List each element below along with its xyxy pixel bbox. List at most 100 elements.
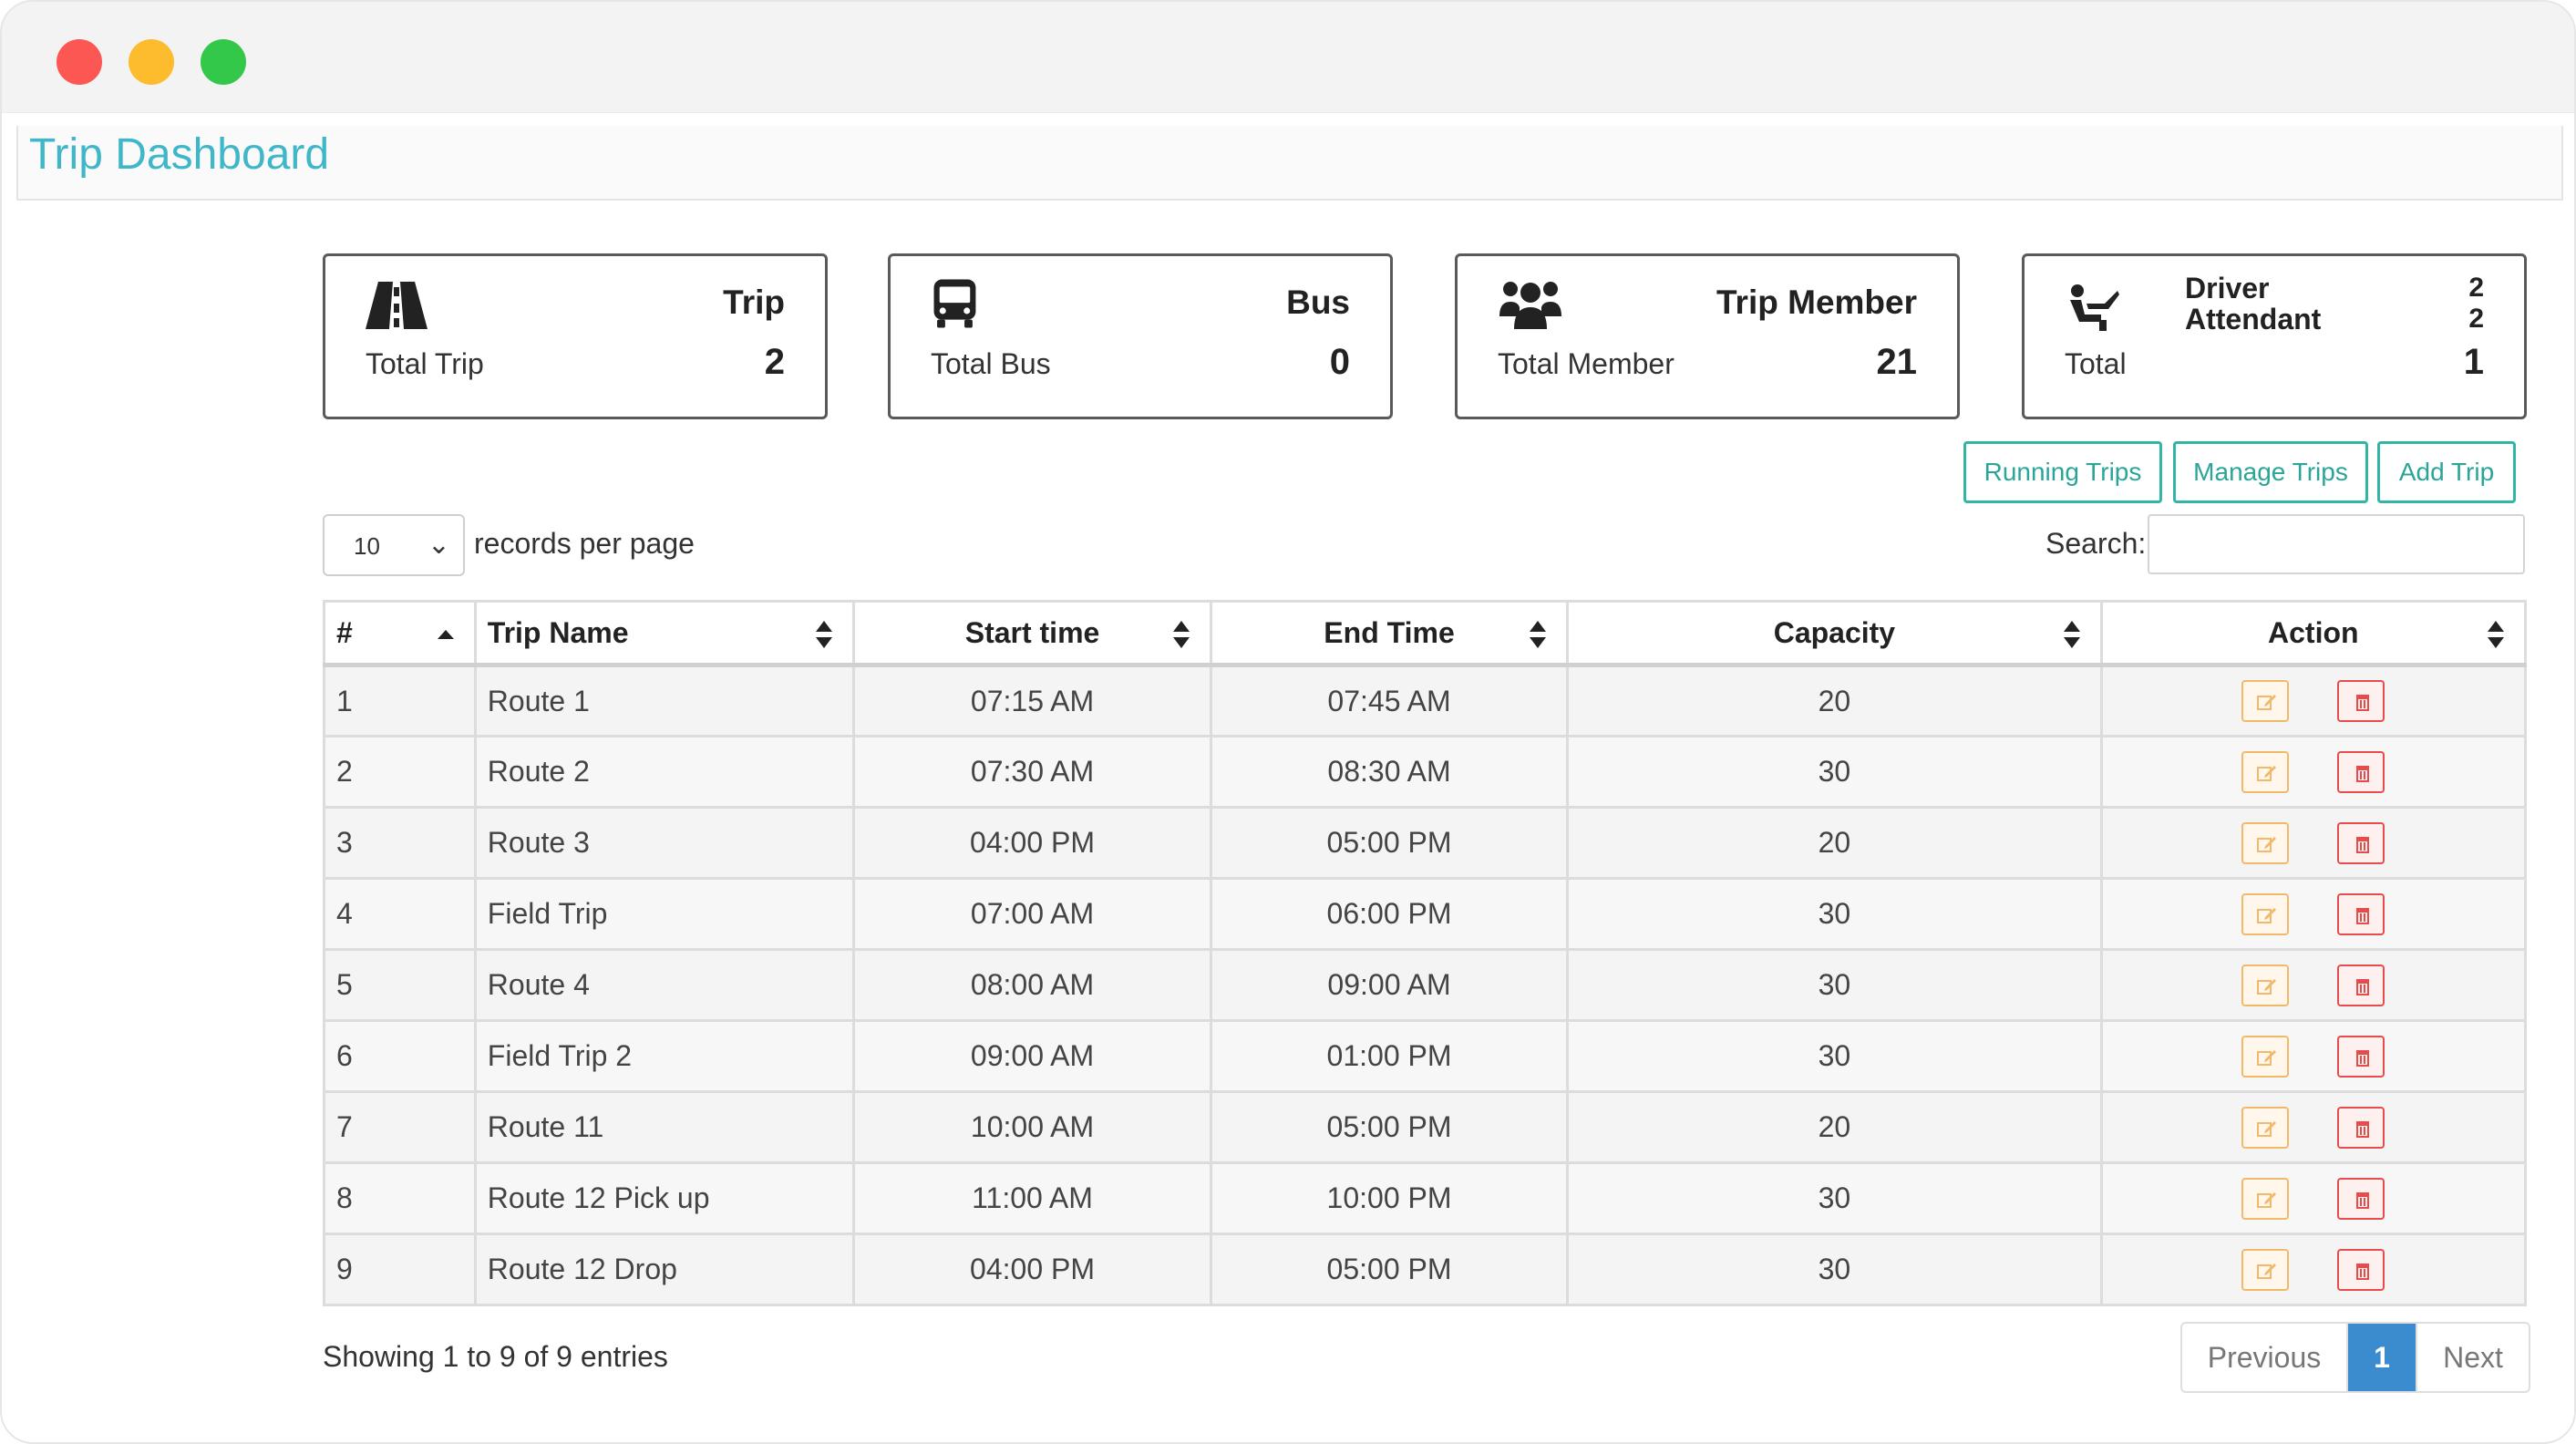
table-row: 2 Route 2 07:30 AM 08:30 AM 30 <box>323 735 2528 809</box>
role-value: 2 <box>2468 304 2484 334</box>
column-header-capacity[interactable]: Capacity <box>1566 600 2103 667</box>
trash-icon <box>2356 978 2370 995</box>
delete-button[interactable] <box>2337 1035 2385 1078</box>
trips-table: # Trip Name Start time End Time Capacity <box>323 600 2528 1306</box>
add-trip-button[interactable]: Add Trip <box>2377 441 2516 503</box>
maximize-window-button[interactable] <box>201 39 246 85</box>
delete-button[interactable] <box>2337 892 2385 935</box>
next-page-button[interactable]: Next <box>2416 1324 2529 1391</box>
records-per-page-select[interactable]: 10 ⌄ <box>323 514 465 576</box>
card-value: 2 <box>764 342 785 382</box>
cell-trip-name: Field Trip 2 <box>473 1019 856 1093</box>
bus-icon <box>933 279 976 328</box>
trash-icon <box>2356 1120 2370 1138</box>
cell-trip-name: Route 1 <box>473 664 856 737</box>
sort-icon <box>1172 621 1190 648</box>
cell-actions <box>2099 806 2528 880</box>
cell-actions <box>2099 1019 2528 1093</box>
card-label: Total Member <box>1498 347 1674 380</box>
edit-icon <box>2257 1120 2277 1137</box>
card-total-trip: Trip Total Trip 2 <box>323 253 828 419</box>
table-row: 6 Field Trip 2 09:00 AM 01:00 PM 30 <box>323 1019 2528 1093</box>
cell-capacity: 20 <box>1566 806 2103 880</box>
cell-end-time: 10:00 PM <box>1209 1161 1570 1235</box>
cell-end-time: 05:00 PM <box>1209 806 1570 880</box>
cell-end-time: 06:00 PM <box>1209 877 1570 951</box>
pagination: Previous 1 Next <box>2180 1322 2530 1393</box>
manage-trips-button[interactable]: Manage Trips <box>2173 441 2368 503</box>
table-row: 4 Field Trip 07:00 AM 06:00 PM 30 <box>323 877 2528 951</box>
card-value: 0 <box>1329 342 1350 382</box>
edit-button[interactable] <box>2241 750 2290 793</box>
search-input[interactable] <box>2148 514 2525 574</box>
table-row: 1 Route 1 07:15 AM 07:45 AM 20 <box>323 664 2528 737</box>
close-window-button[interactable] <box>57 39 102 85</box>
cell-number: 9 <box>323 1233 477 1306</box>
delete-button[interactable] <box>2337 750 2385 793</box>
page-header: Trip Dashboard <box>16 126 2563 201</box>
column-header-action[interactable]: Action <box>2099 600 2528 667</box>
delete-button[interactable] <box>2337 1106 2385 1149</box>
cell-trip-name: Route 2 <box>473 735 856 809</box>
edit-button[interactable] <box>2241 964 2290 1006</box>
cell-start-time: 07:15 AM <box>852 664 1212 737</box>
delete-button[interactable] <box>2337 821 2385 864</box>
card-title: Bus <box>1286 284 1350 321</box>
cell-start-time: 09:00 AM <box>852 1019 1212 1093</box>
cell-trip-name: Field Trip <box>473 877 856 951</box>
cell-number: 2 <box>323 735 477 809</box>
card-total-staff: Driver Attendant 2 2 Total 1 <box>2022 253 2527 419</box>
card-total-bus: Bus Total Bus 0 <box>888 253 1393 419</box>
card-label: Total Trip <box>366 347 484 380</box>
cell-actions <box>2099 877 2528 951</box>
cell-end-time: 09:00 AM <box>1209 948 1570 1022</box>
page-1-button[interactable]: 1 <box>2348 1324 2416 1391</box>
sort-icon <box>2488 621 2504 648</box>
card-role-values: 2 2 <box>2468 273 2484 335</box>
cell-capacity: 30 <box>1566 1161 2103 1235</box>
cell-actions <box>2099 1233 2528 1306</box>
column-header-end-time[interactable]: End Time <box>1209 600 1570 667</box>
cell-trip-name: Route 4 <box>473 948 856 1022</box>
edit-button[interactable] <box>2241 1106 2290 1149</box>
cell-end-time: 01:00 PM <box>1209 1019 1570 1093</box>
edit-button[interactable] <box>2241 680 2290 722</box>
cell-trip-name: Route 12 Pick up <box>473 1161 856 1235</box>
cell-capacity: 20 <box>1566 1090 2103 1164</box>
column-header-trip-name[interactable]: Trip Name <box>473 600 856 667</box>
road-icon <box>366 282 428 329</box>
chevron-down-icon: ⌄ <box>427 530 450 560</box>
users-icon <box>1499 282 1561 329</box>
running-trips-button[interactable]: Running Trips <box>1963 441 2162 503</box>
table-row: 5 Route 4 08:00 AM 09:00 AM 30 <box>323 948 2528 1022</box>
cell-actions <box>2099 1090 2528 1164</box>
cell-capacity: 20 <box>1566 664 2103 737</box>
cell-start-time: 07:00 AM <box>852 877 1212 951</box>
edit-button[interactable] <box>2241 821 2290 864</box>
card-value: 21 <box>1876 342 1918 382</box>
delete-button[interactable] <box>2337 1248 2385 1291</box>
delete-button[interactable] <box>2337 680 2385 722</box>
table-header-row: # Trip Name Start time End Time Capacity <box>323 600 2528 667</box>
edit-icon <box>2257 978 2277 995</box>
edit-button[interactable] <box>2241 1248 2290 1291</box>
sort-asc-icon <box>437 630 454 639</box>
cell-number: 5 <box>323 948 477 1022</box>
edit-button[interactable] <box>2241 1035 2290 1078</box>
edit-button[interactable] <box>2241 1177 2290 1220</box>
edit-icon <box>2257 1263 2277 1279</box>
delete-button[interactable] <box>2337 1177 2385 1220</box>
cell-number: 4 <box>323 877 477 951</box>
column-header-start-time[interactable]: Start time <box>852 600 1212 667</box>
edit-button[interactable] <box>2241 892 2290 935</box>
driver-seat-icon <box>2070 284 2119 331</box>
cell-start-time: 10:00 AM <box>852 1090 1212 1164</box>
cell-actions <box>2099 1161 2528 1235</box>
minimize-window-button[interactable] <box>129 39 174 85</box>
page-title: Trip Dashboard <box>29 130 330 179</box>
edit-icon <box>2257 695 2277 710</box>
delete-button[interactable] <box>2337 964 2385 1006</box>
previous-page-button[interactable]: Previous <box>2182 1324 2348 1391</box>
card-title: Trip Member <box>1716 284 1917 321</box>
column-header-number[interactable]: # <box>323 600 477 667</box>
